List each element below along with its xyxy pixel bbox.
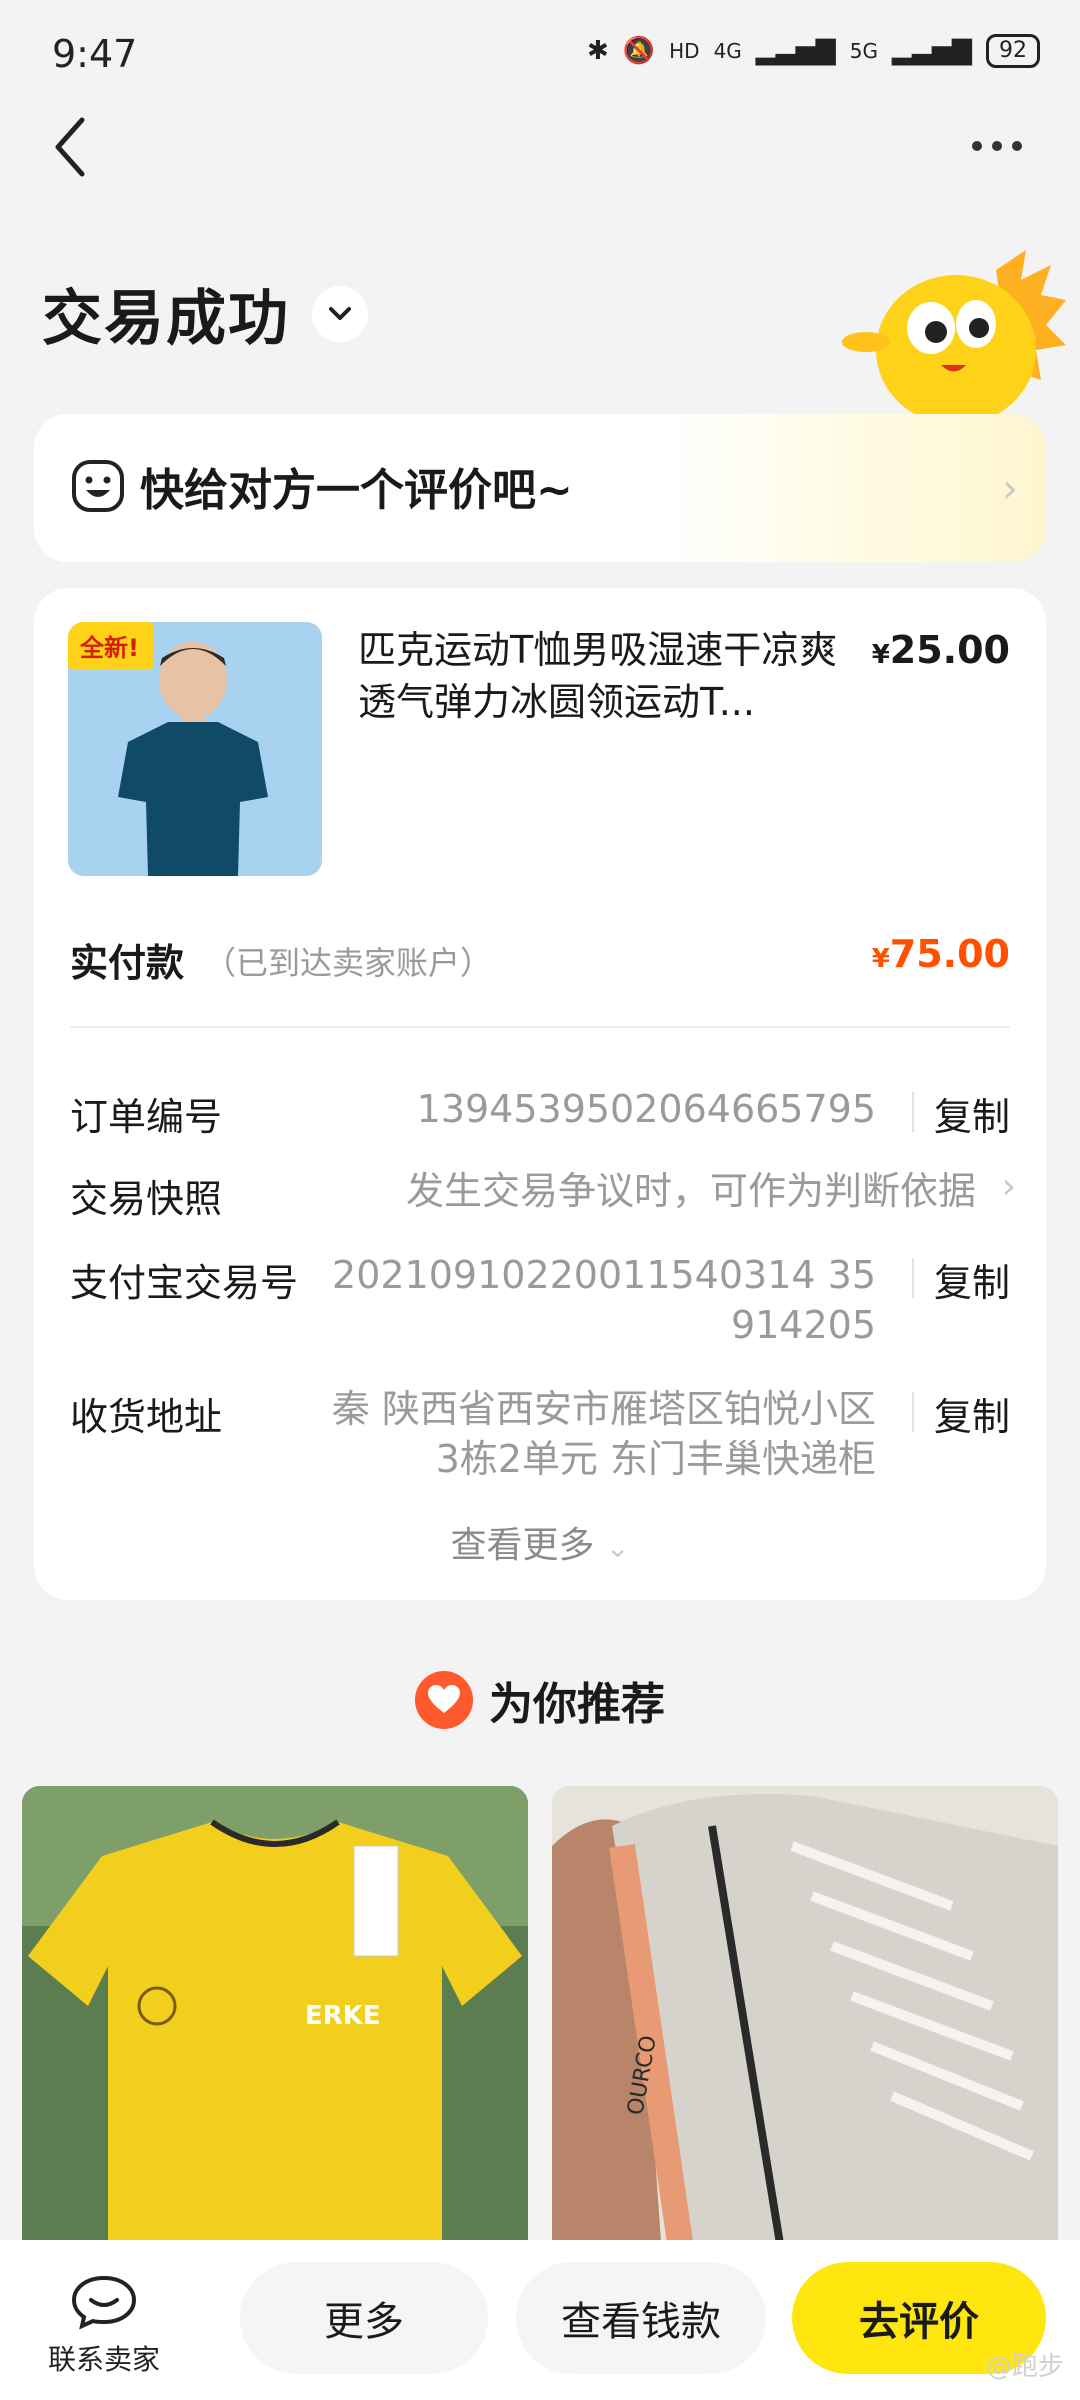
status-expand-button[interactable] bbox=[312, 285, 368, 342]
currency-symbol: ¥ bbox=[871, 944, 890, 974]
divider bbox=[70, 1026, 1010, 1028]
order-number-label: 订单编号 bbox=[70, 1095, 223, 1139]
order-card: 全新! 匹克运动T恤男吸湿速干凉爽透气弹力冰圆领运动T... ¥25.00 实付… bbox=[34, 588, 1046, 1600]
product-price-value: 25.00 bbox=[889, 628, 1010, 672]
status-icons: ✱ 🔕 HD 4G ▂▃▅▇ 5G ▂▃▅▇ 92 bbox=[587, 34, 1040, 68]
snapshot-value[interactable]: 发生交易争议时，可作为判断依据 bbox=[406, 1166, 976, 1216]
see-more-label: 查看更多 bbox=[450, 1525, 595, 1566]
copy-order-number-button[interactable]: 复制 bbox=[934, 1086, 1010, 1141]
smiley-face-icon bbox=[72, 460, 124, 512]
battery-indicator: 92 bbox=[986, 34, 1040, 68]
address-line2: 3栋2单元 东门丰巢快递柜 bbox=[435, 1437, 876, 1481]
address-line1: 秦 陕西省西安市雁塔区铂悦小区 bbox=[331, 1387, 876, 1431]
page-title: 交易成功 bbox=[42, 284, 290, 354]
signal-icon: ▂▃▅▇ bbox=[755, 36, 836, 66]
alipay-number-line1: 20210910220011540314 35 bbox=[332, 1253, 876, 1297]
copy-address-button[interactable]: 复制 bbox=[934, 1386, 1010, 1441]
mascot-fish-illustration bbox=[842, 250, 1066, 420]
alipay-number-label: 支付宝交易号 bbox=[70, 1261, 299, 1305]
mute-icon: 🔕 bbox=[622, 36, 656, 66]
recommend-title: 为你推荐 bbox=[489, 1679, 665, 1730]
recommended-item-tshirt[interactable]: ERKE bbox=[22, 1786, 528, 2256]
status-bar: 9:47 ✱ 🔕 HD 4G ▂▃▅▇ 5G ▂▃▅▇ 92 bbox=[0, 0, 1080, 110]
product-price: ¥25.00 bbox=[872, 628, 1010, 672]
divider bbox=[912, 1392, 914, 1432]
paid-amount-value: 75.00 bbox=[889, 932, 1010, 976]
back-button[interactable] bbox=[48, 112, 98, 182]
alipay-number-value: 20210910220011540314 35 914205 bbox=[332, 1250, 876, 1350]
recommended-item-brand: ERKE bbox=[305, 2001, 381, 2031]
alipay-number-line2: 914205 bbox=[730, 1303, 876, 1347]
recommended-item-image: ERKE bbox=[22, 1786, 528, 2256]
contact-seller-button[interactable]: 联系卖家 bbox=[34, 2274, 174, 2378]
network-5g-label: 5G bbox=[849, 39, 879, 63]
network-4g-label: 4G bbox=[713, 39, 742, 63]
recommend-heading: 为你推荐 bbox=[0, 1668, 1080, 1732]
chevron-right-icon: › bbox=[1001, 1166, 1016, 1207]
review-prompt-text: 快给对方一个评价吧~ bbox=[140, 465, 573, 516]
order-number-value: 1394539502064665795 bbox=[416, 1087, 876, 1131]
chevron-left-icon bbox=[55, 117, 85, 177]
recommended-item-shoe[interactable]: ОURCO bbox=[552, 1786, 1058, 2256]
bluetooth-icon: ✱ bbox=[586, 36, 609, 66]
chevron-right-icon: › bbox=[1002, 466, 1018, 512]
paid-amount: ¥75.00 bbox=[872, 932, 1010, 976]
contact-seller-label: 联系卖家 bbox=[47, 2343, 160, 2376]
product-title[interactable]: 匹克运动T恤男吸湿速干凉爽透气弹力冰圆领运动T... bbox=[358, 624, 848, 728]
hd-label: HD bbox=[669, 39, 700, 63]
currency-symbol: ¥ bbox=[871, 640, 890, 670]
signal-icon: ▂▃▅▇ bbox=[892, 36, 972, 66]
paid-note: （已到达卖家账户） bbox=[204, 944, 493, 982]
address-value: 秦 陕西省西安市雁塔区铂悦小区 3栋2单元 东门丰巢快递柜 bbox=[332, 1384, 876, 1484]
address-label: 收货地址 bbox=[70, 1395, 223, 1439]
product-image[interactable]: 全新! bbox=[68, 622, 322, 876]
chevron-down-icon: ⌄ bbox=[606, 1531, 630, 1564]
divider bbox=[912, 1092, 914, 1132]
divider bbox=[912, 1258, 914, 1298]
product-image-badge: 全新! bbox=[79, 634, 139, 662]
dot-icon bbox=[972, 141, 982, 151]
dot-icon bbox=[1012, 141, 1022, 151]
chat-bubble-icon bbox=[71, 2275, 137, 2330]
recommended-item-image: ОURCO bbox=[552, 1786, 1058, 2256]
product-photo-tshirt: 全新! bbox=[68, 622, 322, 876]
title-row: 交易成功 bbox=[42, 270, 368, 357]
heart-shape bbox=[428, 1685, 460, 1713]
bottom-action-bar: 联系卖家 更多 查看钱款 去评价 @跑步 bbox=[0, 2240, 1080, 2400]
review-prompt-card[interactable]: 快给对方一个评价吧~ › bbox=[34, 414, 1046, 562]
copy-alipay-number-button[interactable]: 复制 bbox=[934, 1252, 1010, 1307]
see-more-button[interactable]: 查看更多 ⌄ bbox=[34, 1516, 1046, 1568]
paid-label: 实付款 bbox=[70, 941, 185, 985]
chevron-down-icon bbox=[329, 306, 351, 320]
view-funds-button[interactable]: 查看钱款 bbox=[516, 2262, 766, 2374]
more-options-button[interactable] bbox=[962, 126, 1032, 166]
more-button[interactable]: 更多 bbox=[240, 2262, 488, 2374]
heart-icon bbox=[415, 1671, 473, 1729]
dot-icon bbox=[992, 141, 1002, 151]
status-time: 9:47 bbox=[52, 32, 138, 76]
snapshot-label: 交易快照 bbox=[70, 1177, 223, 1221]
watermark: @跑步 bbox=[985, 2352, 1064, 2382]
